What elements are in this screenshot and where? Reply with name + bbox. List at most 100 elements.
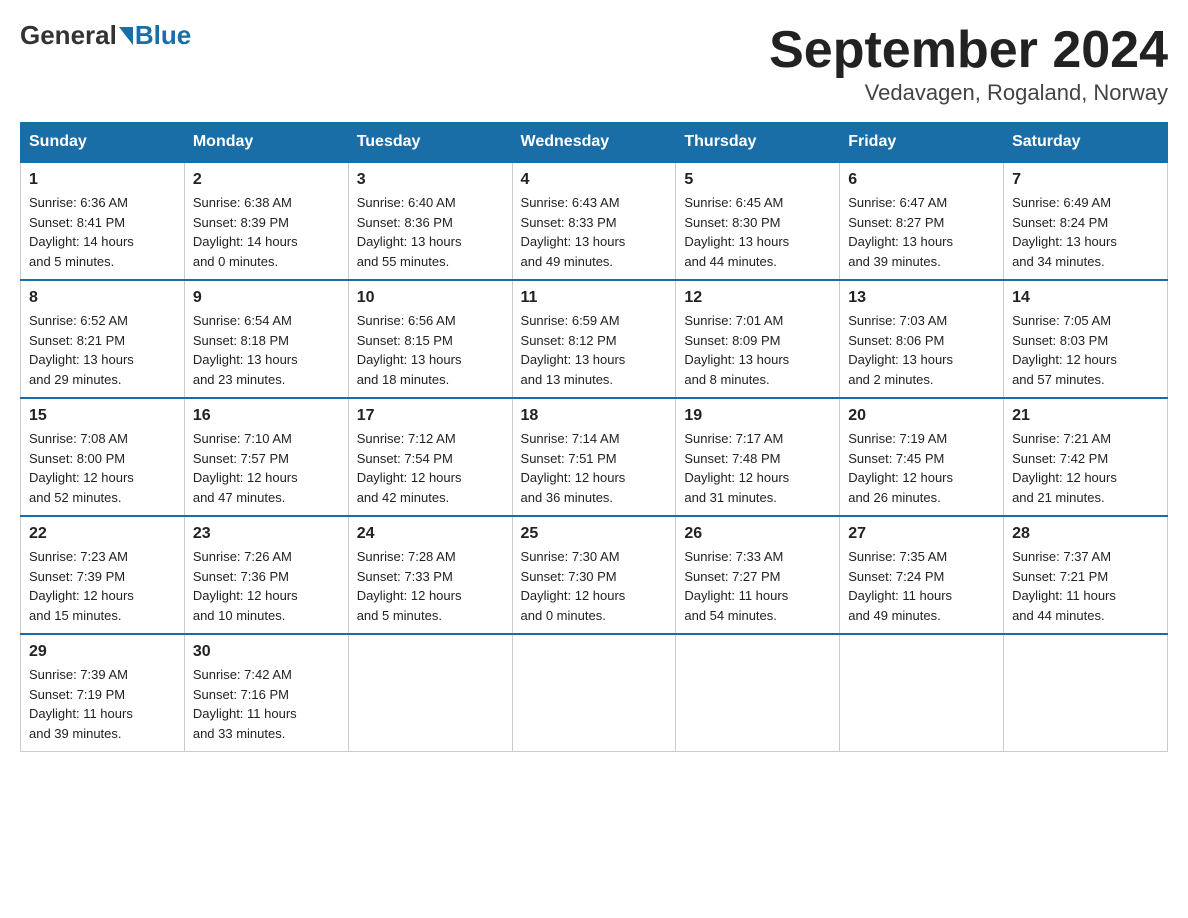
calendar-cell: 1 Sunrise: 6:36 AM Sunset: 8:41 PM Dayli… — [21, 162, 185, 280]
calendar-week-row: 15 Sunrise: 7:08 AM Sunset: 8:00 PM Dayl… — [21, 398, 1168, 516]
title-section: September 2024 Vedavagen, Rogaland, Norw… — [769, 20, 1168, 106]
day-info: Sunrise: 7:42 AM Sunset: 7:16 PM Dayligh… — [193, 665, 340, 743]
day-number: 7 — [1012, 171, 1159, 189]
calendar-cell: 18 Sunrise: 7:14 AM Sunset: 7:51 PM Dayl… — [512, 398, 676, 516]
day-info: Sunrise: 6:47 AM Sunset: 8:27 PM Dayligh… — [848, 193, 995, 271]
day-number: 21 — [1012, 407, 1159, 425]
logo-general-text: General — [20, 20, 117, 51]
calendar-cell: 10 Sunrise: 6:56 AM Sunset: 8:15 PM Dayl… — [348, 280, 512, 398]
calendar-cell: 19 Sunrise: 7:17 AM Sunset: 7:48 PM Dayl… — [676, 398, 840, 516]
day-info: Sunrise: 6:38 AM Sunset: 8:39 PM Dayligh… — [193, 193, 340, 271]
day-number: 5 — [684, 171, 831, 189]
day-info: Sunrise: 6:54 AM Sunset: 8:18 PM Dayligh… — [193, 311, 340, 389]
day-number: 20 — [848, 407, 995, 425]
calendar-cell: 6 Sunrise: 6:47 AM Sunset: 8:27 PM Dayli… — [840, 162, 1004, 280]
day-number: 13 — [848, 289, 995, 307]
calendar-header-saturday: Saturday — [1004, 123, 1168, 163]
day-number: 27 — [848, 525, 995, 543]
calendar-cell: 23 Sunrise: 7:26 AM Sunset: 7:36 PM Dayl… — [184, 516, 348, 634]
logo-blue-text: Blue — [135, 20, 191, 51]
day-number: 25 — [521, 525, 668, 543]
logo: General Blue — [20, 20, 191, 51]
day-number: 15 — [29, 407, 176, 425]
calendar-header-thursday: Thursday — [676, 123, 840, 163]
calendar-cell: 22 Sunrise: 7:23 AM Sunset: 7:39 PM Dayl… — [21, 516, 185, 634]
day-info: Sunrise: 7:33 AM Sunset: 7:27 PM Dayligh… — [684, 547, 831, 625]
day-number: 11 — [521, 289, 668, 307]
day-number: 19 — [684, 407, 831, 425]
calendar-week-row: 1 Sunrise: 6:36 AM Sunset: 8:41 PM Dayli… — [21, 162, 1168, 280]
calendar-cell: 5 Sunrise: 6:45 AM Sunset: 8:30 PM Dayli… — [676, 162, 840, 280]
calendar-cell: 9 Sunrise: 6:54 AM Sunset: 8:18 PM Dayli… — [184, 280, 348, 398]
day-number: 29 — [29, 643, 176, 661]
calendar-cell: 2 Sunrise: 6:38 AM Sunset: 8:39 PM Dayli… — [184, 162, 348, 280]
day-info: Sunrise: 7:01 AM Sunset: 8:09 PM Dayligh… — [684, 311, 831, 389]
calendar-cell: 3 Sunrise: 6:40 AM Sunset: 8:36 PM Dayli… — [348, 162, 512, 280]
day-number: 30 — [193, 643, 340, 661]
calendar-cell: 28 Sunrise: 7:37 AM Sunset: 7:21 PM Dayl… — [1004, 516, 1168, 634]
day-info: Sunrise: 7:39 AM Sunset: 7:19 PM Dayligh… — [29, 665, 176, 743]
day-number: 23 — [193, 525, 340, 543]
day-number: 18 — [521, 407, 668, 425]
calendar-cell: 17 Sunrise: 7:12 AM Sunset: 7:54 PM Dayl… — [348, 398, 512, 516]
location-text: Vedavagen, Rogaland, Norway — [769, 80, 1168, 106]
day-number: 26 — [684, 525, 831, 543]
calendar-cell: 29 Sunrise: 7:39 AM Sunset: 7:19 PM Dayl… — [21, 634, 185, 752]
day-info: Sunrise: 6:43 AM Sunset: 8:33 PM Dayligh… — [521, 193, 668, 271]
calendar-cell: 11 Sunrise: 6:59 AM Sunset: 8:12 PM Dayl… — [512, 280, 676, 398]
calendar-cell: 12 Sunrise: 7:01 AM Sunset: 8:09 PM Dayl… — [676, 280, 840, 398]
calendar-cell: 4 Sunrise: 6:43 AM Sunset: 8:33 PM Dayli… — [512, 162, 676, 280]
calendar-cell: 16 Sunrise: 7:10 AM Sunset: 7:57 PM Dayl… — [184, 398, 348, 516]
day-number: 24 — [357, 525, 504, 543]
day-info: Sunrise: 7:23 AM Sunset: 7:39 PM Dayligh… — [29, 547, 176, 625]
calendar-cell: 30 Sunrise: 7:42 AM Sunset: 7:16 PM Dayl… — [184, 634, 348, 752]
day-info: Sunrise: 7:28 AM Sunset: 7:33 PM Dayligh… — [357, 547, 504, 625]
logo-arrow-icon — [119, 27, 133, 45]
calendar-header-tuesday: Tuesday — [348, 123, 512, 163]
day-info: Sunrise: 6:52 AM Sunset: 8:21 PM Dayligh… — [29, 311, 176, 389]
day-number: 1 — [29, 171, 176, 189]
calendar-cell — [840, 634, 1004, 752]
calendar-cell — [676, 634, 840, 752]
day-info: Sunrise: 6:49 AM Sunset: 8:24 PM Dayligh… — [1012, 193, 1159, 271]
day-number: 28 — [1012, 525, 1159, 543]
calendar-cell: 26 Sunrise: 7:33 AM Sunset: 7:27 PM Dayl… — [676, 516, 840, 634]
calendar-week-row: 22 Sunrise: 7:23 AM Sunset: 7:39 PM Dayl… — [21, 516, 1168, 634]
day-number: 14 — [1012, 289, 1159, 307]
day-number: 4 — [521, 171, 668, 189]
calendar-cell: 15 Sunrise: 7:08 AM Sunset: 8:00 PM Dayl… — [21, 398, 185, 516]
day-info: Sunrise: 7:08 AM Sunset: 8:00 PM Dayligh… — [29, 429, 176, 507]
day-number: 22 — [29, 525, 176, 543]
day-info: Sunrise: 6:40 AM Sunset: 8:36 PM Dayligh… — [357, 193, 504, 271]
calendar-cell: 7 Sunrise: 6:49 AM Sunset: 8:24 PM Dayli… — [1004, 162, 1168, 280]
calendar-cell: 27 Sunrise: 7:35 AM Sunset: 7:24 PM Dayl… — [840, 516, 1004, 634]
day-number: 6 — [848, 171, 995, 189]
day-info: Sunrise: 7:05 AM Sunset: 8:03 PM Dayligh… — [1012, 311, 1159, 389]
calendar-header-row: SundayMondayTuesdayWednesdayThursdayFrid… — [21, 123, 1168, 163]
calendar-table: SundayMondayTuesdayWednesdayThursdayFrid… — [20, 122, 1168, 752]
day-number: 9 — [193, 289, 340, 307]
day-number: 2 — [193, 171, 340, 189]
day-info: Sunrise: 7:19 AM Sunset: 7:45 PM Dayligh… — [848, 429, 995, 507]
day-number: 10 — [357, 289, 504, 307]
calendar-cell — [1004, 634, 1168, 752]
calendar-cell: 25 Sunrise: 7:30 AM Sunset: 7:30 PM Dayl… — [512, 516, 676, 634]
calendar-week-row: 8 Sunrise: 6:52 AM Sunset: 8:21 PM Dayli… — [21, 280, 1168, 398]
day-number: 17 — [357, 407, 504, 425]
calendar-cell: 14 Sunrise: 7:05 AM Sunset: 8:03 PM Dayl… — [1004, 280, 1168, 398]
day-info: Sunrise: 7:37 AM Sunset: 7:21 PM Dayligh… — [1012, 547, 1159, 625]
calendar-cell: 13 Sunrise: 7:03 AM Sunset: 8:06 PM Dayl… — [840, 280, 1004, 398]
day-info: Sunrise: 6:45 AM Sunset: 8:30 PM Dayligh… — [684, 193, 831, 271]
calendar-cell: 8 Sunrise: 6:52 AM Sunset: 8:21 PM Dayli… — [21, 280, 185, 398]
day-number: 3 — [357, 171, 504, 189]
day-info: Sunrise: 6:36 AM Sunset: 8:41 PM Dayligh… — [29, 193, 176, 271]
day-info: Sunrise: 7:10 AM Sunset: 7:57 PM Dayligh… — [193, 429, 340, 507]
day-info: Sunrise: 7:26 AM Sunset: 7:36 PM Dayligh… — [193, 547, 340, 625]
calendar-header-monday: Monday — [184, 123, 348, 163]
calendar-cell: 21 Sunrise: 7:21 AM Sunset: 7:42 PM Dayl… — [1004, 398, 1168, 516]
month-title: September 2024 — [769, 20, 1168, 80]
calendar-week-row: 29 Sunrise: 7:39 AM Sunset: 7:19 PM Dayl… — [21, 634, 1168, 752]
day-number: 8 — [29, 289, 176, 307]
calendar-header-friday: Friday — [840, 123, 1004, 163]
day-info: Sunrise: 7:21 AM Sunset: 7:42 PM Dayligh… — [1012, 429, 1159, 507]
